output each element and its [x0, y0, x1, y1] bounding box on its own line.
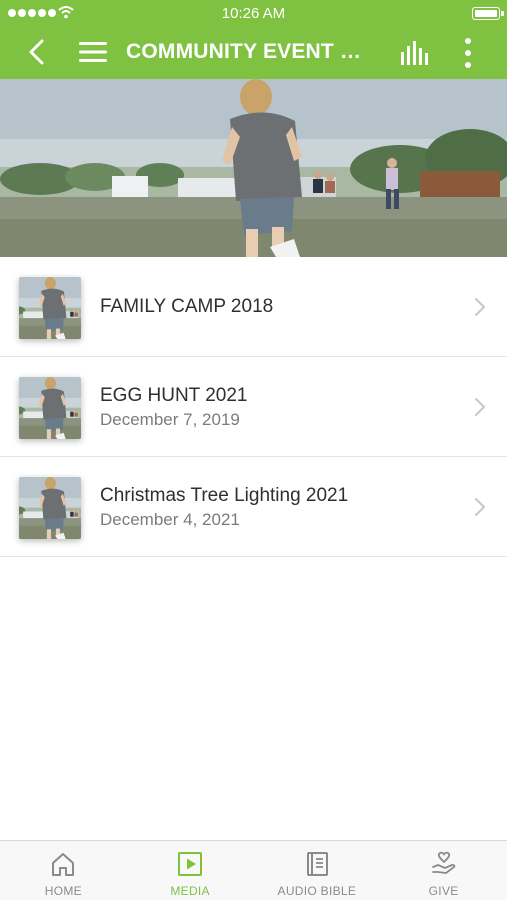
- tab-media[interactable]: MEDIA: [127, 841, 254, 900]
- event-list: FAMILY CAMP 2018 EGG HUNT 2021 December …: [0, 257, 507, 557]
- event-title: EGG HUNT 2021: [100, 384, 248, 406]
- status-time: 10:26 AM: [221, 5, 286, 22]
- book-icon: [306, 852, 328, 876]
- home-icon: [52, 853, 75, 876]
- navigation-bar: COMMUNITY EVENT HI...: [0, 26, 507, 79]
- page-title: COMMUNITY EVENT HI...: [126, 40, 376, 63]
- chevron-right-icon: [475, 498, 485, 516]
- list-item[interactable]: EGG HUNT 2021 December 7, 2019: [0, 357, 507, 457]
- event-date: December 7, 2019: [100, 409, 240, 429]
- event-title: FAMILY CAMP 2018: [100, 296, 274, 317]
- hero-image: [0, 79, 507, 257]
- event-date: December 4, 2021: [100, 509, 240, 529]
- app-header: 10:26 AM COMMUNITY EVENT HI...: [0, 0, 507, 79]
- event-thumbnail: [19, 277, 81, 339]
- event-thumbnail: [19, 377, 81, 439]
- chevron-right-icon: [475, 298, 485, 316]
- more-vertical-icon[interactable]: [456, 36, 480, 70]
- battery-icon: [472, 7, 504, 20]
- tab-bar: HOME MEDIA AUDIO BIBLE GIVE: [0, 840, 507, 900]
- event-title: Christmas Tree Lighting 2021: [100, 484, 349, 506]
- tab-label: MEDIA: [170, 884, 210, 898]
- back-arrow-icon[interactable]: [22, 36, 54, 68]
- list-item[interactable]: FAMILY CAMP 2018: [0, 257, 507, 357]
- event-thumbnail: [19, 477, 81, 539]
- hamburger-menu-icon[interactable]: [78, 38, 108, 66]
- tab-home[interactable]: HOME: [0, 841, 127, 900]
- tab-give[interactable]: GIVE: [380, 841, 507, 900]
- tab-audio-bible[interactable]: AUDIO BIBLE: [254, 841, 381, 900]
- list-item[interactable]: Christmas Tree Lighting 2021 December 4,…: [0, 457, 507, 557]
- tab-label: AUDIO BIBLE: [277, 884, 357, 898]
- tab-label: GIVE: [428, 884, 459, 898]
- tab-label: HOME: [44, 884, 82, 898]
- chevron-right-icon: [475, 398, 485, 416]
- audio-bars-icon[interactable]: [398, 39, 432, 67]
- media-play-icon: [178, 852, 203, 876]
- status-bar: 10:26 AM: [0, 0, 507, 26]
- hand-heart-icon: [431, 851, 455, 874]
